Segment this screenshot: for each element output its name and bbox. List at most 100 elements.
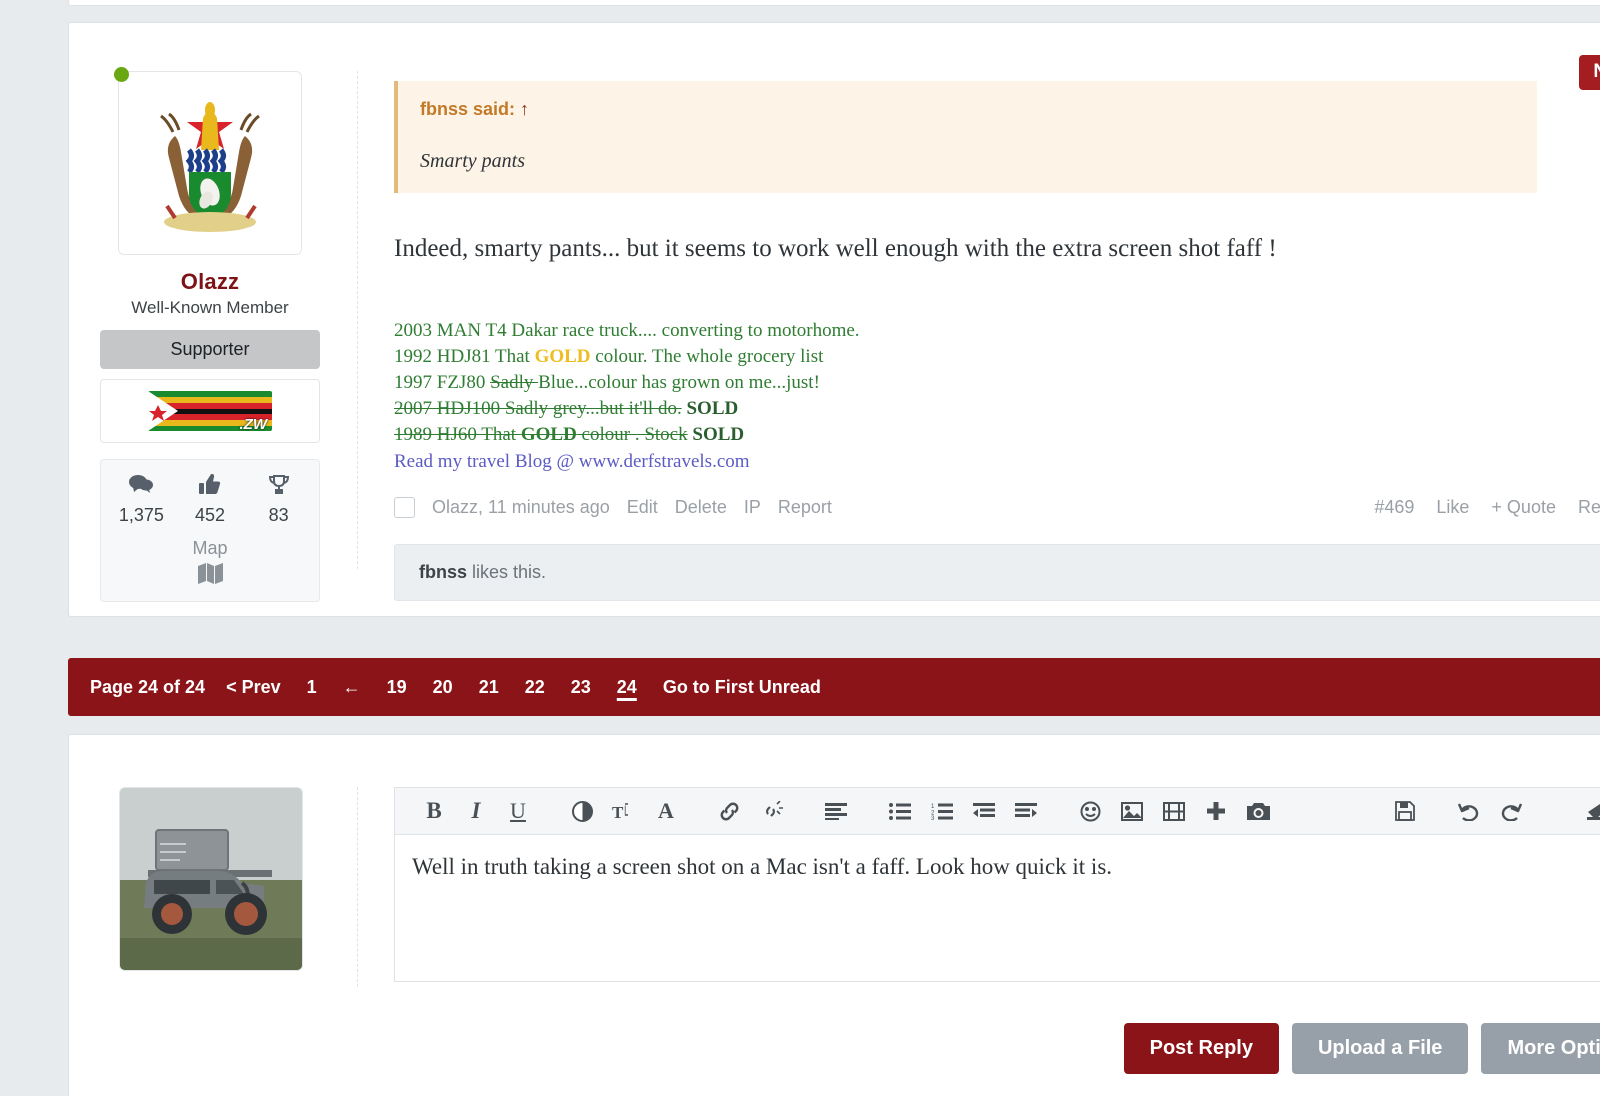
sig3-b: Blue...colour has grown on me...just! [538, 371, 820, 393]
post-like-button[interactable]: Like [1436, 497, 1469, 518]
stat-likes: 452 [176, 474, 245, 526]
sig4-sold: SOLD [686, 398, 739, 420]
camera-icon[interactable] [1237, 790, 1279, 832]
outdent-icon[interactable] [963, 790, 1005, 832]
stat-trophies-value: 83 [268, 505, 289, 525]
quote-block: fbnss said: ↑ Smarty pants [394, 81, 1537, 193]
post-number[interactable]: #469 [1374, 497, 1414, 518]
upload-file-button[interactable]: Upload a File [1291, 1023, 1469, 1074]
stat-messages: 1,375 [107, 474, 176, 526]
bold-icon[interactable]: B [413, 790, 455, 832]
flag-country-code: .ZW [239, 416, 268, 431]
save-icon[interactable] [1384, 790, 1426, 832]
post-reply-button[interactable]: Reply [1578, 497, 1600, 518]
align-left-icon[interactable] [815, 790, 857, 832]
post-user-column: Olazz Well-Known Member Supporter .ZW 1,… [100, 67, 320, 602]
post-author-timestamp: Olazz, 11 minutes ago [432, 496, 610, 517]
svg-text:1: 1 [931, 804, 935, 810]
post-body-text: Indeed, smarty pants... but it seems to … [394, 235, 1277, 262]
post-ip-link[interactable]: IP [744, 497, 761, 518]
signature-line-2: 1992 HDJ81 That GOLD colour. The whole g… [394, 344, 1600, 370]
country-flag-box: .ZW [100, 379, 320, 443]
redo-icon[interactable] [1490, 790, 1532, 832]
reply-avatar[interactable] [119, 787, 303, 971]
pagination-bar: Page 24 of 24 < Prev 1 ← 19 20 21 22 23 … [68, 658, 1600, 716]
rich-text-editor: B I U T | A 1 2 3 Well in truth taking a… [394, 787, 1600, 982]
signature-line-5: 1989 HJ60 That GOLD colour . Stock SOLD [394, 422, 1600, 448]
post-likes-bar: fbnss likes this. [394, 543, 1600, 601]
post-footer: Olazz, 11 minutes ago Edit Delete IP Rep… [394, 496, 1600, 518]
post-reply-submit-button[interactable]: Post Reply [1123, 1023, 1279, 1074]
sig5-b: colour . Stock [576, 424, 688, 446]
post-select-checkbox[interactable] [394, 496, 415, 518]
font-family-icon[interactable]: A [645, 790, 687, 832]
pagination-page-24-current[interactable]: 24 [604, 677, 650, 698]
likes-username[interactable]: fbnss [419, 562, 467, 582]
editor-toolbar: B I U T | A 1 2 3 [394, 787, 1600, 834]
pagination-first-unread[interactable]: Go to First Unread [650, 677, 834, 698]
quote-text: Smarty pants [420, 150, 525, 172]
indent-icon[interactable] [1005, 790, 1047, 832]
post-quote-button[interactable]: + Quote [1491, 497, 1556, 518]
svg-text:3: 3 [931, 816, 935, 820]
pagination-page-1[interactable]: 1 [294, 677, 330, 698]
user-stats-row: 1,375 452 83 [107, 474, 313, 526]
map-icon[interactable] [107, 563, 313, 589]
post-container: New [68, 22, 1600, 617]
thumbs-up-icon [176, 474, 245, 496]
signature-blog-link[interactable]: Read my travel Blog @ www.derfstravels.c… [394, 449, 1600, 475]
unlink-icon[interactable] [751, 790, 793, 832]
zimbabwe-coat-of-arms-icon [135, 88, 285, 238]
pagination-page-label: Page 24 of 24 [90, 676, 206, 697]
sig4-strike: 2007 HDJ100 Sadly grey...but it'll do. [394, 398, 682, 420]
signature-line-1: 2003 MAN T4 Dakar race truck.... convert… [394, 319, 860, 341]
avatar[interactable] [118, 71, 302, 255]
more-options-button[interactable]: More Options... [1481, 1023, 1600, 1074]
undo-icon[interactable] [1448, 790, 1490, 832]
post-delete-link[interactable]: Delete [675, 497, 727, 518]
reply-column-divider [357, 787, 358, 987]
user-stats-box: 1,375 452 83 Map [100, 459, 320, 602]
reply-textarea[interactable]: Well in truth taking a screen shot on a … [394, 834, 1600, 982]
pagination-page-20[interactable]: 20 [420, 677, 466, 698]
previous-post-sliver [68, 0, 1600, 6]
pagination-page-22[interactable]: 22 [512, 677, 558, 698]
text-color-icon[interactable] [561, 790, 603, 832]
bullet-list-icon[interactable] [879, 790, 921, 832]
forum-thread-page: New [0, 0, 1600, 1096]
font-size-icon[interactable]: T | [603, 790, 645, 832]
post-edit-link[interactable]: Edit [627, 497, 658, 518]
pagination-ellipsis-icon[interactable]: ← [330, 677, 374, 698]
smilie-icon[interactable] [1069, 790, 1111, 832]
trophy-icon [244, 474, 313, 496]
numbered-list-icon[interactable]: 123 [921, 790, 963, 832]
likes-text: likes this. [467, 561, 547, 582]
quote-jump-arrow-icon[interactable]: ↑ [520, 99, 529, 119]
plus-icon[interactable] [1195, 790, 1237, 832]
pagination-page-19[interactable]: 19 [374, 677, 420, 698]
stat-messages-value: 1,375 [118, 505, 164, 525]
italic-icon[interactable]: I [455, 790, 497, 832]
sig3-a: 1997 FZJ80 [394, 371, 491, 393]
map-label[interactable]: Map [107, 538, 313, 559]
comment-icon [107, 474, 176, 496]
pagination-prev[interactable]: < Prev [213, 677, 294, 698]
pagination-page-21[interactable]: 21 [466, 677, 512, 698]
stat-trophies: 83 [244, 474, 313, 526]
media-icon[interactable] [1153, 790, 1195, 832]
pagination-page-23[interactable]: 23 [558, 677, 604, 698]
sig2-a: 1992 HDJ81 That [394, 345, 535, 367]
link-icon[interactable] [709, 790, 751, 832]
post-message-column: fbnss said: ↑ Smarty pants Indeed, smart… [394, 81, 1600, 601]
supporter-banner: Supporter [100, 330, 320, 369]
image-icon[interactable] [1111, 790, 1153, 832]
zimbabwe-flag-icon: .ZW [148, 391, 272, 431]
post-report-link[interactable]: Report [778, 497, 832, 518]
post-footer-right: #469 Like + Quote Reply [1374, 497, 1600, 518]
post-footer-left: Olazz, 11 minutes ago Edit Delete IP Rep… [394, 496, 832, 518]
eraser-icon[interactable] [1576, 790, 1600, 832]
quote-attribution[interactable]: fbnss said: ↑ [420, 99, 1515, 120]
reply-editor-container: B I U T | A 1 2 3 Well in truth taking a… [68, 734, 1600, 1096]
underline-icon[interactable]: U [497, 790, 539, 832]
post-username[interactable]: Olazz [100, 269, 320, 295]
